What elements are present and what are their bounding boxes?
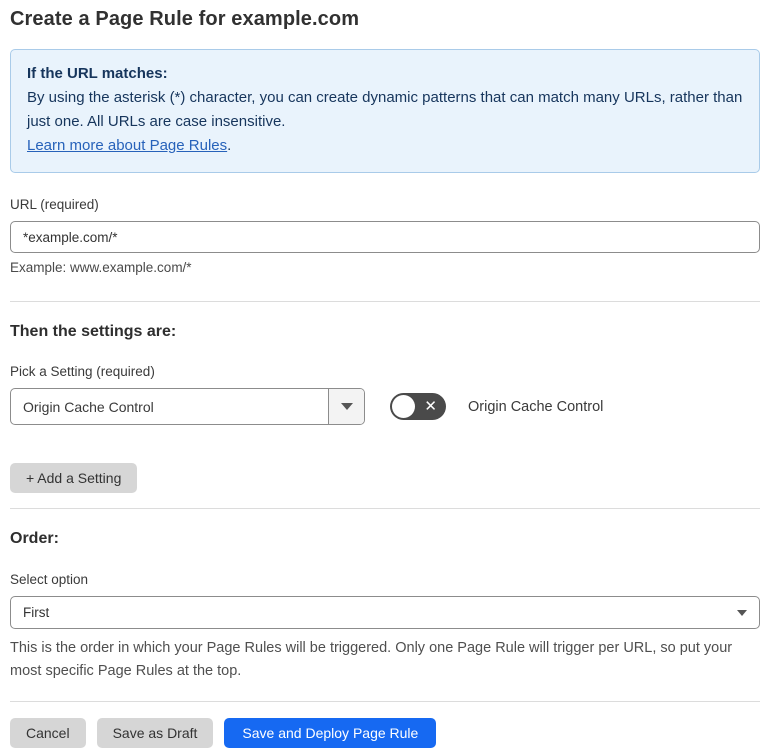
toggle-knob <box>392 395 415 418</box>
order-section-heading: Order: <box>10 530 59 547</box>
add-setting-button[interactable]: + Add a Setting <box>10 463 138 493</box>
toggle-label: Origin Cache Control <box>468 398 604 415</box>
url-field-helper: Example: www.example.com/* <box>10 260 192 275</box>
order-select-label: Select option <box>10 572 89 587</box>
divider <box>10 701 760 702</box>
settings-section-heading: Then the settings are: <box>10 323 177 340</box>
save-and-deploy-button[interactable]: Save and Deploy Page Rule <box>224 718 437 748</box>
link-suffix: . <box>227 137 232 154</box>
order-select[interactable]: First <box>10 596 760 629</box>
actions-row: Cancel Save as Draft Save and Deploy Pag… <box>10 718 760 748</box>
learn-more-link[interactable]: Learn more about Page Rules <box>27 137 227 154</box>
cancel-button[interactable]: Cancel <box>10 718 86 748</box>
origin-cache-control-toggle[interactable]: ✕ <box>390 393 446 420</box>
setting-select-arrow-button[interactable] <box>328 389 364 424</box>
toggle-off-x-icon: ✕ <box>424 397 437 415</box>
order-select-value: First <box>23 605 50 620</box>
setting-select[interactable]: Origin Cache Control <box>10 388 365 425</box>
page-title: Create a Page Rule for example.com <box>10 8 360 30</box>
create-page-rule-panel: Create a Page Rule for example.com If th… <box>0 0 770 748</box>
info-box-heading: If the URL matches: <box>27 65 168 82</box>
setting-select-value: Origin Cache Control <box>23 398 154 415</box>
url-field-label: URL (required) <box>10 197 99 212</box>
divider <box>10 508 760 509</box>
chevron-down-icon <box>737 609 747 616</box>
url-input[interactable] <box>10 221 760 253</box>
url-match-info-box: If the URL matches: By using the asteris… <box>10 49 760 173</box>
pick-setting-label: Pick a Setting (required) <box>10 364 155 379</box>
chevron-down-icon <box>340 403 353 410</box>
origin-cache-control-toggle-group: ✕ Origin Cache Control <box>390 393 603 420</box>
info-link-line: Learn more about Page Rules. <box>27 134 743 158</box>
order-helper-text: This is the order in which your Page Rul… <box>10 640 733 679</box>
divider <box>10 301 760 302</box>
save-as-draft-button[interactable]: Save as Draft <box>96 718 214 748</box>
info-box-body: By using the asterisk (*) character, you… <box>27 89 743 130</box>
setting-row: Origin Cache Control ✕ Origin Cache Cont… <box>10 388 760 425</box>
